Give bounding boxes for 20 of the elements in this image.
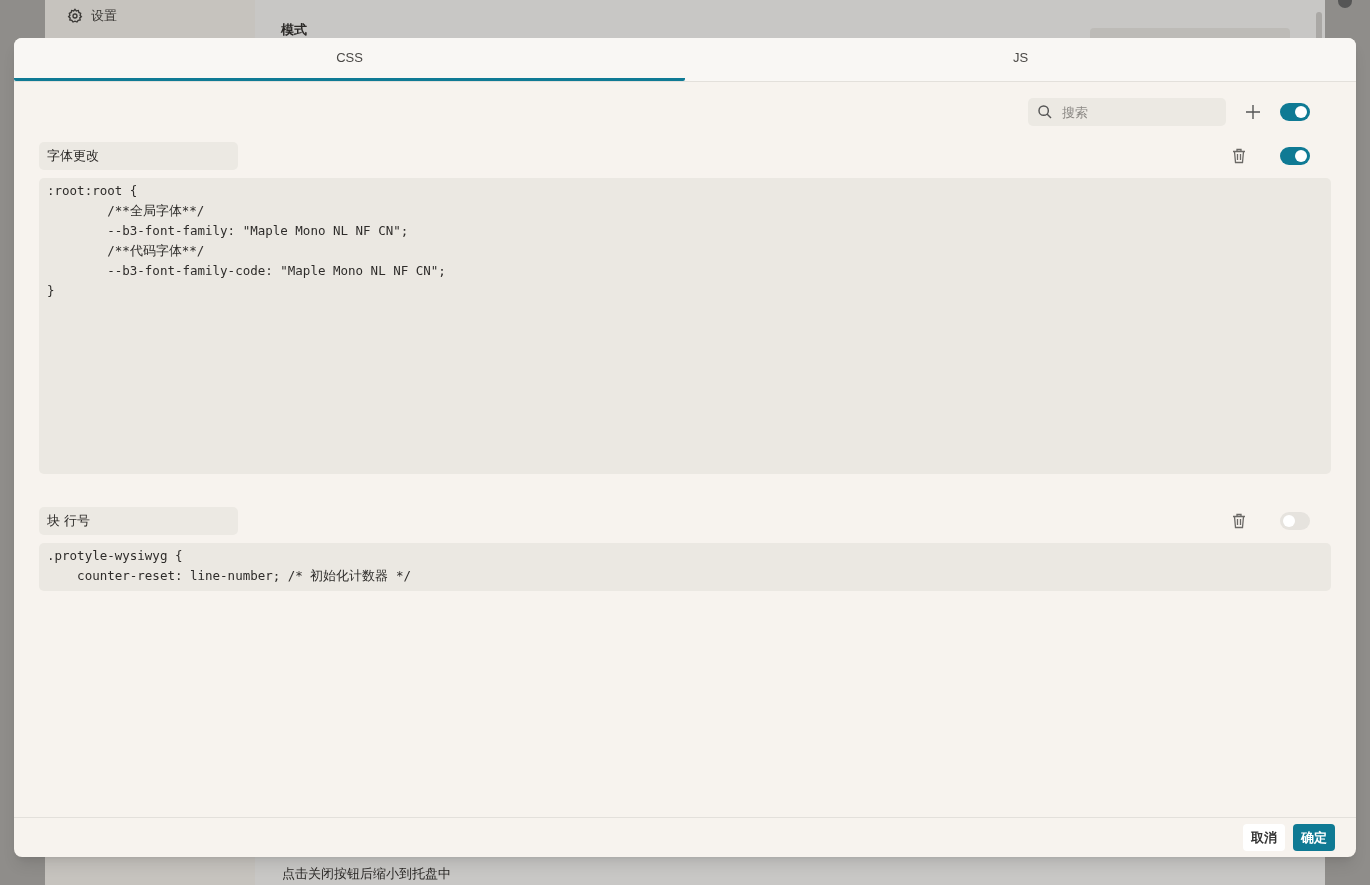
search-icon	[1037, 104, 1053, 120]
toggle-switch[interactable]	[1280, 147, 1310, 165]
code-editor[interactable]: .protyle-wysiwyg { counter-reset: line-number; /* 初始化计数器 */	[39, 543, 1331, 591]
sidebar-item[interactable]: 设置	[67, 6, 255, 26]
code-editor[interactable]: :root:root { /**全局字体**/ --b3-font-family: "Maple Mono NL NF CN"; /**代码字体**/ --b3-font-family-code: "Maple Mono NL NF CN"; }	[39, 178, 1331, 474]
trash-icon[interactable]	[1232, 148, 1246, 164]
toggle-switch[interactable]	[1280, 512, 1310, 530]
plus-icon[interactable]	[1246, 105, 1260, 119]
cancel-button[interactable]: 取消	[1243, 824, 1285, 851]
section-label: 模式	[281, 21, 307, 39]
tab[interactable]: JS	[685, 38, 1356, 81]
settings-icon	[67, 7, 83, 24]
search-field[interactable]: 搜索	[1028, 98, 1226, 126]
footer-text: 点击关闭按钮后缩小到托盘中	[282, 865, 451, 883]
snippet-name-field[interactable]: 字体更改	[39, 142, 238, 170]
snippet-name-field[interactable]: 块 行号	[39, 507, 238, 535]
confirm-button[interactable]: 确定	[1293, 824, 1335, 851]
tab[interactable]: CSS	[14, 38, 685, 81]
toggle-switch[interactable]	[1280, 103, 1310, 121]
trash-icon[interactable]	[1232, 513, 1246, 529]
